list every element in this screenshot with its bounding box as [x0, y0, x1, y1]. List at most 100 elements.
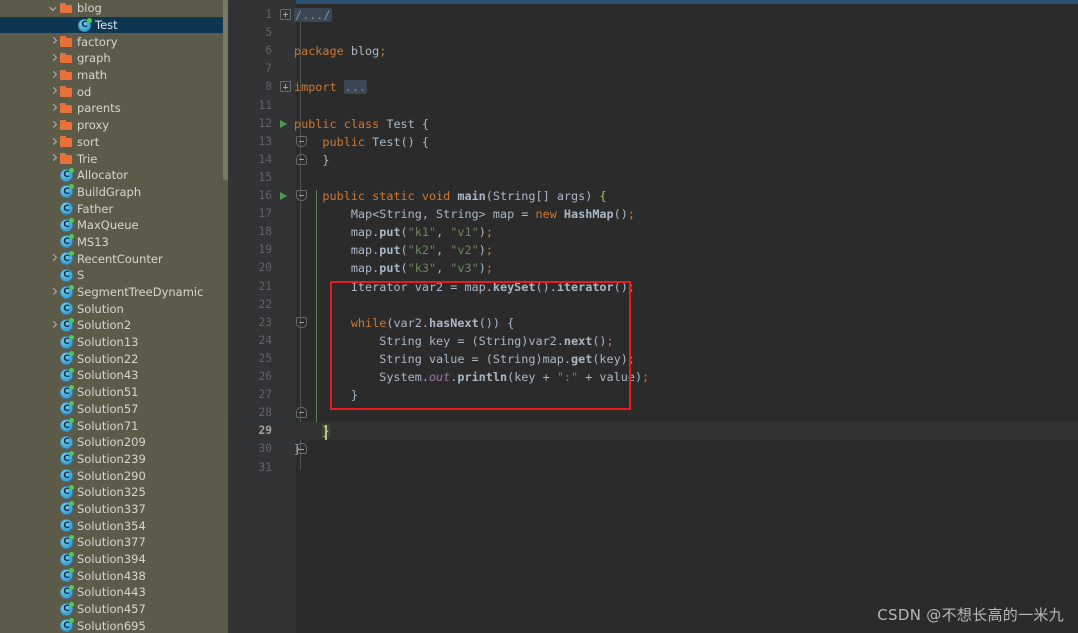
- code-line[interactable]: 16 public static void main(String[] args…: [228, 187, 1078, 205]
- tree-item-graph[interactable]: graph: [0, 50, 228, 67]
- tree-item-proxy[interactable]: proxy: [0, 117, 228, 134]
- code-line[interactable]: 24 String key = (String)var2.next();: [228, 332, 1078, 350]
- tree-item-solution22[interactable]: Solution22: [0, 350, 228, 367]
- tree-item-solution438[interactable]: Solution438: [0, 567, 228, 584]
- code-line[interactable]: 8 import ...: [228, 78, 1078, 96]
- code-line[interactable]: 14 }: [228, 151, 1078, 169]
- folder-icon: [60, 152, 73, 165]
- code-line[interactable]: 15: [228, 169, 1078, 187]
- code-line[interactable]: 12 public class Test {: [228, 115, 1078, 133]
- tree-item-ms13[interactable]: MS13: [0, 234, 228, 251]
- java-class-icon: [60, 601, 74, 616]
- chevron-right-icon[interactable]: [48, 36, 59, 47]
- tree-item-allocator[interactable]: Allocator: [0, 167, 228, 184]
- code-editor[interactable]: 1 /.../ 5 6 package blog; 7 8 import ... 11 12 pub…: [228, 0, 1078, 633]
- code-line[interactable]: 19 map.put("k2", "v2");: [228, 241, 1078, 259]
- chevron-right-icon[interactable]: [48, 153, 59, 164]
- code-line[interactable]: 18 map.put("k1", "v1");: [228, 223, 1078, 241]
- tree-item-recentcounter[interactable]: RecentCounter: [0, 250, 228, 267]
- project-tree-list[interactable]: blog Testfactory graph mathod parents proxyso…: [0, 0, 228, 633]
- code-line[interactable]: 31: [228, 459, 1078, 477]
- fold-toggle-icon[interactable]: [296, 407, 307, 419]
- tree-item-father[interactable]: Father: [0, 200, 228, 217]
- chevron-right-icon[interactable]: [48, 136, 59, 147]
- chevron-right-icon[interactable]: [48, 53, 59, 64]
- line-number: 30: [258, 442, 272, 456]
- tree-item-test[interactable]: Test: [0, 16, 228, 34]
- tree-item-solution377[interactable]: Solution377: [0, 534, 228, 551]
- tree-item-s[interactable]: S: [0, 267, 228, 284]
- tree-item-solution325[interactable]: Solution325: [0, 484, 228, 501]
- tree-item-segmenttreedynamic[interactable]: SegmentTreeDynamic: [0, 284, 228, 301]
- fold-toggle-icon[interactable]: [280, 9, 291, 20]
- chevron-down-icon[interactable]: [48, 3, 59, 14]
- tree-item-math[interactable]: math: [0, 67, 228, 84]
- run-gutter-icon[interactable]: [280, 119, 287, 128]
- chevron-right-icon[interactable]: [48, 120, 59, 131]
- line-number: 17: [258, 207, 272, 221]
- line-content: }: [294, 388, 358, 403]
- tree-item-solution51[interactable]: Solution51: [0, 384, 228, 401]
- tree-item-solution43[interactable]: Solution43: [0, 367, 228, 384]
- code-text-area[interactable]: 1 /.../ 5 6 package blog; 7 8 import ... 11 12 pub…: [228, 0, 1078, 633]
- tree-item-maxqueue[interactable]: MaxQueue: [0, 217, 228, 234]
- project-tree-sidebar[interactable]: blog Testfactory graph mathod parents proxyso…: [0, 0, 228, 633]
- chevron-right-icon[interactable]: [48, 70, 59, 81]
- code-line[interactable]: 26 System.out.println(key + ":" + value)…: [228, 368, 1078, 386]
- chevron-right-icon[interactable]: [48, 320, 59, 331]
- tree-item-solution57[interactable]: Solution57: [0, 401, 228, 418]
- tree-item-solution394[interactable]: Solution394: [0, 551, 228, 568]
- tree-item-trie[interactable]: Trie: [0, 150, 228, 167]
- fold-toggle-icon[interactable]: [296, 135, 307, 147]
- line-number: 16: [258, 189, 272, 202]
- code-line[interactable]: 23 while(var2.hasNext()) {: [228, 314, 1078, 332]
- code-line[interactable]: 21 Iterator var2 = map.keySet().iterator…: [228, 278, 1078, 296]
- tree-item-solution209[interactable]: Solution209: [0, 434, 228, 451]
- tree-item-solution457[interactable]: Solution457: [0, 601, 228, 618]
- chevron-right-icon[interactable]: [48, 86, 59, 97]
- tree-item-solution443[interactable]: Solution443: [0, 584, 228, 601]
- code-line[interactable]: 20 map.put("k3", "v3");: [228, 259, 1078, 277]
- tree-item-blog[interactable]: blog: [0, 0, 228, 17]
- fold-toggle-icon[interactable]: [296, 443, 307, 455]
- code-line[interactable]: 5: [228, 24, 1078, 42]
- java-class-icon: [60, 519, 73, 533]
- fold-toggle-icon[interactable]: [296, 316, 307, 328]
- tree-item-solution71[interactable]: Solution71: [0, 417, 228, 434]
- tree-item-buildgraph[interactable]: BuildGraph: [0, 184, 228, 201]
- run-gutter-icon[interactable]: [280, 192, 287, 200]
- code-line[interactable]: 1 /.../: [228, 6, 1078, 24]
- code-line[interactable]: 30}: [228, 440, 1078, 458]
- chevron-right-icon[interactable]: [48, 287, 59, 298]
- code-line[interactable]: 29 }: [228, 422, 1078, 441]
- fold-toggle-icon[interactable]: [296, 190, 307, 201]
- chevron-right-icon[interactable]: [48, 103, 59, 114]
- tree-item-solution695[interactable]: Solution695: [0, 617, 228, 633]
- code-line[interactable]: 7: [228, 60, 1078, 78]
- chevron-right-icon[interactable]: [48, 253, 59, 264]
- code-line[interactable]: 6 package blog;: [228, 42, 1078, 60]
- tree-item-solution2[interactable]: Solution2: [0, 317, 228, 334]
- code-line[interactable]: 27 }: [228, 386, 1078, 404]
- java-class-icon: [60, 501, 74, 516]
- code-line[interactable]: 17 Map<String, String> map = new HashMap…: [228, 205, 1078, 223]
- tree-item-solution239[interactable]: Solution239: [0, 451, 228, 468]
- tree-item-solution337[interactable]: Solution337: [0, 501, 228, 518]
- tree-item-solution[interactable]: Solution: [0, 300, 228, 317]
- tree-item-od[interactable]: od: [0, 83, 228, 100]
- tree-item-solution354[interactable]: Solution354: [0, 517, 228, 534]
- tree-item-solution290[interactable]: Solution290: [0, 467, 228, 484]
- code-line[interactable]: 11: [228, 97, 1078, 115]
- tree-item-parents[interactable]: parents: [0, 100, 228, 117]
- fold-toggle-icon[interactable]: [296, 153, 307, 165]
- code-line[interactable]: 13 public Test() {: [228, 133, 1078, 151]
- code-line[interactable]: 28: [228, 404, 1078, 422]
- code-line[interactable]: 22: [228, 296, 1078, 314]
- tree-item-sort[interactable]: sort: [0, 134, 228, 151]
- fold-toggle-icon[interactable]: [280, 81, 291, 93]
- tree-item-solution13[interactable]: Solution13: [0, 334, 228, 351]
- code-line[interactable]: 25 String value = (String)map.get(key);: [228, 350, 1078, 368]
- tree-item-factory[interactable]: factory: [0, 33, 228, 50]
